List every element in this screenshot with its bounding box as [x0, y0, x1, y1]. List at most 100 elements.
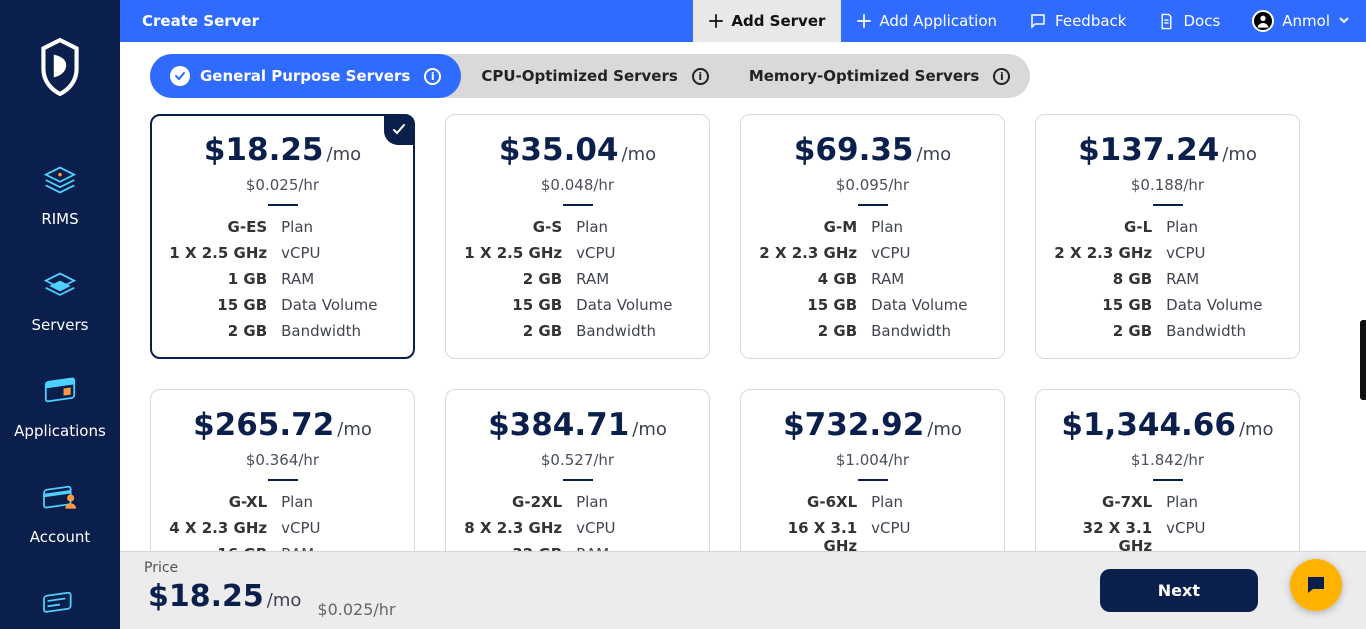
- per-month: /mo: [927, 421, 962, 439]
- main: General Purpose ServersiCPU-Optimized Se…: [120, 42, 1366, 629]
- page-title: Create Server: [120, 12, 259, 30]
- info-icon: i: [692, 68, 709, 85]
- plan-card-G-S[interactable]: $35.04/mo$0.048/hrG-SPlan1 X 2.5 GHzvCPU…: [445, 114, 710, 359]
- plan-value: G-L: [1054, 218, 1156, 236]
- plan-label: Plan: [871, 218, 996, 236]
- plus-icon: [709, 14, 723, 28]
- price-value: $18.25: [204, 135, 324, 166]
- card-hourly: $0.364/hr: [169, 451, 396, 469]
- plan-card-G-L[interactable]: $137.24/mo$0.188/hrG-LPlan2 X 2.3 GHzvCP…: [1035, 114, 1300, 359]
- user-name: Anmol: [1282, 12, 1330, 30]
- ram-label: RAM: [576, 270, 701, 288]
- cpu-value: 32 X 3.1 GHz: [1054, 519, 1156, 555]
- card-hourly: $1.004/hr: [759, 451, 986, 469]
- plan-value: G-M: [759, 218, 861, 236]
- plan-value: G-7XL: [1054, 493, 1156, 511]
- specs: G-ESPlan1 X 2.5 GHzvCPU1 GBRAM15 GBData …: [169, 218, 396, 340]
- nav-label: RIMS: [41, 210, 78, 228]
- card-hourly: $1.842/hr: [1054, 451, 1281, 469]
- sidebar-item-servers[interactable]: Servers: [14, 256, 106, 362]
- scrollbar-thumb[interactable]: [1360, 320, 1366, 400]
- card-price: $1,344.66/mo: [1061, 410, 1273, 441]
- add-application-button[interactable]: Add Application: [841, 0, 1013, 42]
- footer-price: $18.25 /mo: [148, 579, 301, 614]
- footer-price-label: Price: [144, 560, 178, 576]
- card-price: $265.72/mo: [193, 410, 372, 441]
- tab-0[interactable]: General Purpose Serversi: [150, 54, 461, 98]
- card-price: $137.24/mo: [1078, 135, 1257, 166]
- ram-value: 8 GB: [1054, 270, 1156, 288]
- next-button[interactable]: Next: [1100, 569, 1258, 612]
- price-value: $1,344.66: [1061, 410, 1236, 441]
- data-label: Data Volume: [1166, 296, 1291, 314]
- tab-label: CPU-Optimized Servers: [481, 67, 678, 85]
- logo[interactable]: [39, 38, 81, 100]
- card-price: $384.71/mo: [488, 410, 667, 441]
- cpu-label: vCPU: [871, 519, 996, 555]
- cpu-value: 4 X 2.3 GHz: [169, 519, 271, 537]
- data-label: Data Volume: [281, 296, 406, 314]
- card-hourly: $0.048/hr: [464, 176, 691, 194]
- server-type-tabs: General Purpose ServersiCPU-Optimized Se…: [150, 54, 1030, 98]
- chevron-down-icon: [1338, 12, 1350, 30]
- card-price: $732.92/mo: [783, 410, 962, 441]
- sidebar-item-rims[interactable]: RIMS: [14, 150, 106, 256]
- bw-label: Bandwidth: [1166, 322, 1291, 340]
- sidebar-item-partial[interactable]: [14, 574, 106, 624]
- nav-label: Account: [30, 528, 91, 546]
- info-icon: i: [424, 68, 441, 85]
- price-value: $384.71: [488, 410, 629, 441]
- card-hourly: $0.527/hr: [464, 451, 691, 469]
- sidebar-item-account[interactable]: Account: [14, 468, 106, 574]
- footer-hourly: $0.025/hr: [317, 600, 395, 619]
- plan-label: Plan: [871, 493, 996, 511]
- price-value: $137.24: [1078, 135, 1219, 166]
- data-value: 15 GB: [1054, 296, 1156, 314]
- bw-label: Bandwidth: [871, 322, 996, 340]
- specs: G-MPlan2 X 2.3 GHzvCPU4 GBRAM15 GBData V…: [759, 218, 986, 340]
- divider: [1153, 479, 1183, 481]
- footer-price-value: $18.25: [148, 579, 264, 614]
- data-value: 15 GB: [464, 296, 566, 314]
- per-month: /mo: [327, 146, 362, 164]
- divider: [268, 204, 298, 206]
- bw-value: 2 GB: [169, 322, 271, 340]
- plan-value: G-ES: [169, 218, 271, 236]
- data-label: Data Volume: [871, 296, 996, 314]
- plan-card-G-M[interactable]: $69.35/mo$0.095/hrG-MPlan2 X 2.3 GHzvCPU…: [740, 114, 1005, 359]
- sidebar-item-applications[interactable]: Applications: [14, 362, 106, 468]
- tab-2[interactable]: Memory-Optimized Serversi: [729, 54, 1031, 98]
- price-value: $265.72: [193, 410, 334, 441]
- add-application-label: Add Application: [879, 12, 997, 30]
- doc-icon: [1158, 13, 1175, 30]
- feedback-label: Feedback: [1055, 12, 1126, 30]
- plan-label: Plan: [1166, 218, 1291, 236]
- footer-per-month: /mo: [267, 590, 302, 611]
- info-icon: i: [993, 68, 1010, 85]
- feedback-button[interactable]: Feedback: [1013, 0, 1142, 42]
- chat-fab[interactable]: [1290, 559, 1342, 611]
- plan-card-G-ES[interactable]: $18.25/mo$0.025/hrG-ESPlan1 X 2.5 GHzvCP…: [150, 114, 415, 359]
- nav-icon: [38, 588, 82, 624]
- ram-value: 2 GB: [464, 270, 566, 288]
- price-value: $732.92: [783, 410, 924, 441]
- cpu-value: 1 X 2.5 GHz: [169, 244, 271, 262]
- tab-1[interactable]: CPU-Optimized Servers i: [461, 54, 729, 98]
- plan-label: Plan: [576, 218, 701, 236]
- card-hourly: $0.095/hr: [759, 176, 986, 194]
- ram-label: RAM: [871, 270, 996, 288]
- avatar: [1252, 10, 1274, 32]
- per-month: /mo: [1222, 146, 1257, 164]
- bw-label: Bandwidth: [281, 322, 406, 340]
- card-price: $18.25/mo: [204, 135, 361, 166]
- cpu-label: vCPU: [576, 244, 701, 262]
- nav-icon: [38, 376, 82, 412]
- cpu-label: vCPU: [1166, 244, 1291, 262]
- user-menu[interactable]: Anmol: [1236, 0, 1366, 42]
- ram-label: RAM: [1166, 270, 1291, 288]
- specs: G-SPlan1 X 2.5 GHzvCPU2 GBRAM15 GBData V…: [464, 218, 691, 340]
- plan-label: Plan: [281, 493, 406, 511]
- add-server-button[interactable]: Add Server: [693, 0, 841, 42]
- add-server-label: Add Server: [731, 12, 825, 30]
- docs-button[interactable]: Docs: [1142, 0, 1236, 42]
